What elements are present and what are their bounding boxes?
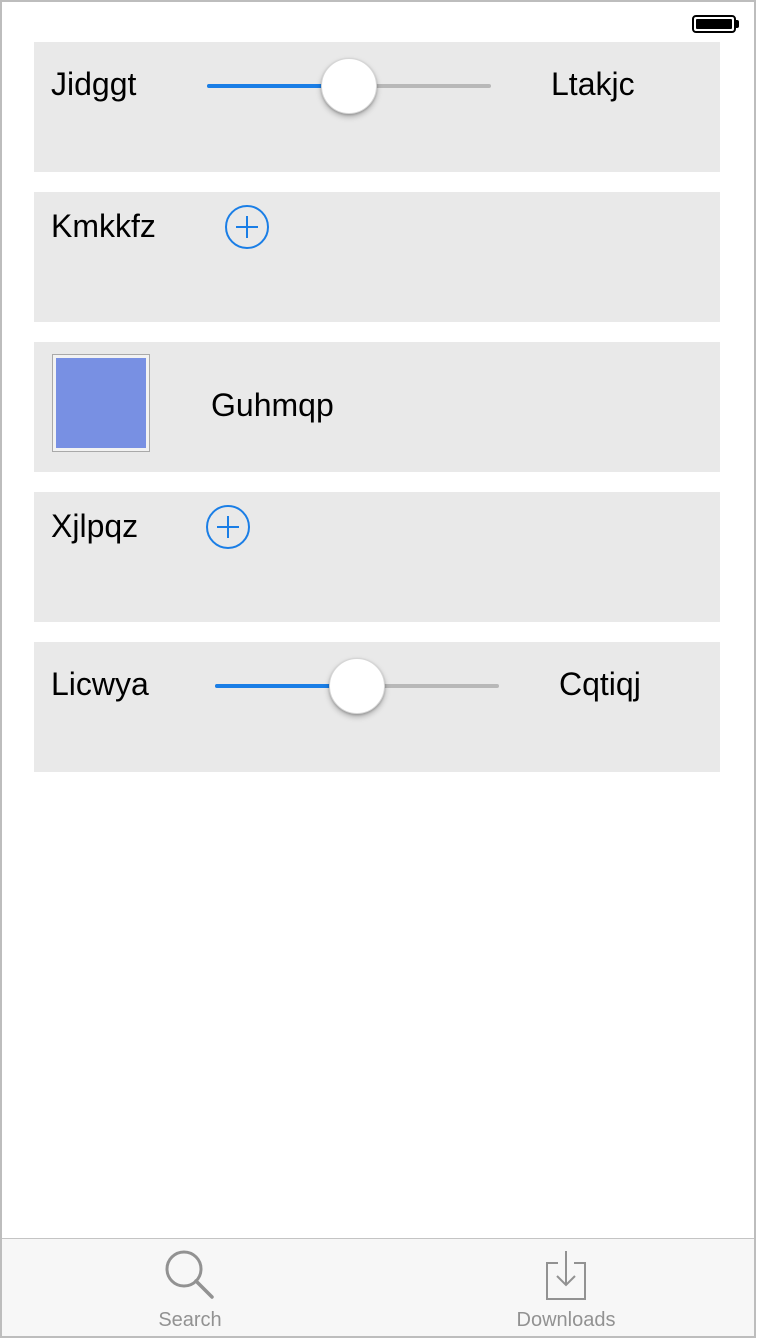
status-bar <box>2 2 754 42</box>
add-row-label: Xjlpqz <box>51 508 139 544</box>
tab-search-label: Search <box>158 1309 222 1331</box>
plus-circle-icon[interactable] <box>224 204 270 250</box>
slider-right-label: Ltakjc <box>551 66 635 102</box>
color-row: Guhmqp <box>34 342 720 472</box>
slider-row-1: Jidggt Ltakjc <box>34 42 720 172</box>
tab-downloads[interactable]: Downloads <box>378 1239 754 1336</box>
battery-icon <box>692 15 736 33</box>
plus-circle-icon[interactable] <box>205 504 251 550</box>
add-row-2: Xjlpqz <box>34 492 720 622</box>
downloads-icon <box>546 1251 586 1300</box>
battery-tip <box>736 20 739 28</box>
add-row-1: Kmkkfz <box>34 192 720 322</box>
color-swatch-fill <box>56 358 146 448</box>
color-swatch[interactable] <box>52 354 150 452</box>
add-row-label: Kmkkfz <box>51 208 156 244</box>
tab-downloads-label: Downloads <box>516 1309 616 1331</box>
color-row-label: Guhmqp <box>211 387 334 423</box>
slider-left-label: Licwya <box>51 666 149 702</box>
slider-row-2: Licwya Cqtiqj <box>34 642 720 772</box>
slider-thumb[interactable] <box>329 658 385 714</box>
slider-right-label: Cqtiqj <box>559 666 641 702</box>
search-icon <box>165 1250 214 1299</box>
slider-left-label: Jidggt <box>51 66 137 102</box>
tab-search[interactable]: Search <box>2 1239 378 1336</box>
slider-thumb[interactable] <box>321 58 377 114</box>
app-screen: Jidggt Ltakjc Kmkkfz Guhmqp Xjlpqz Licwy… <box>0 0 756 1338</box>
tab-bar: Search Downloads <box>2 1238 754 1336</box>
